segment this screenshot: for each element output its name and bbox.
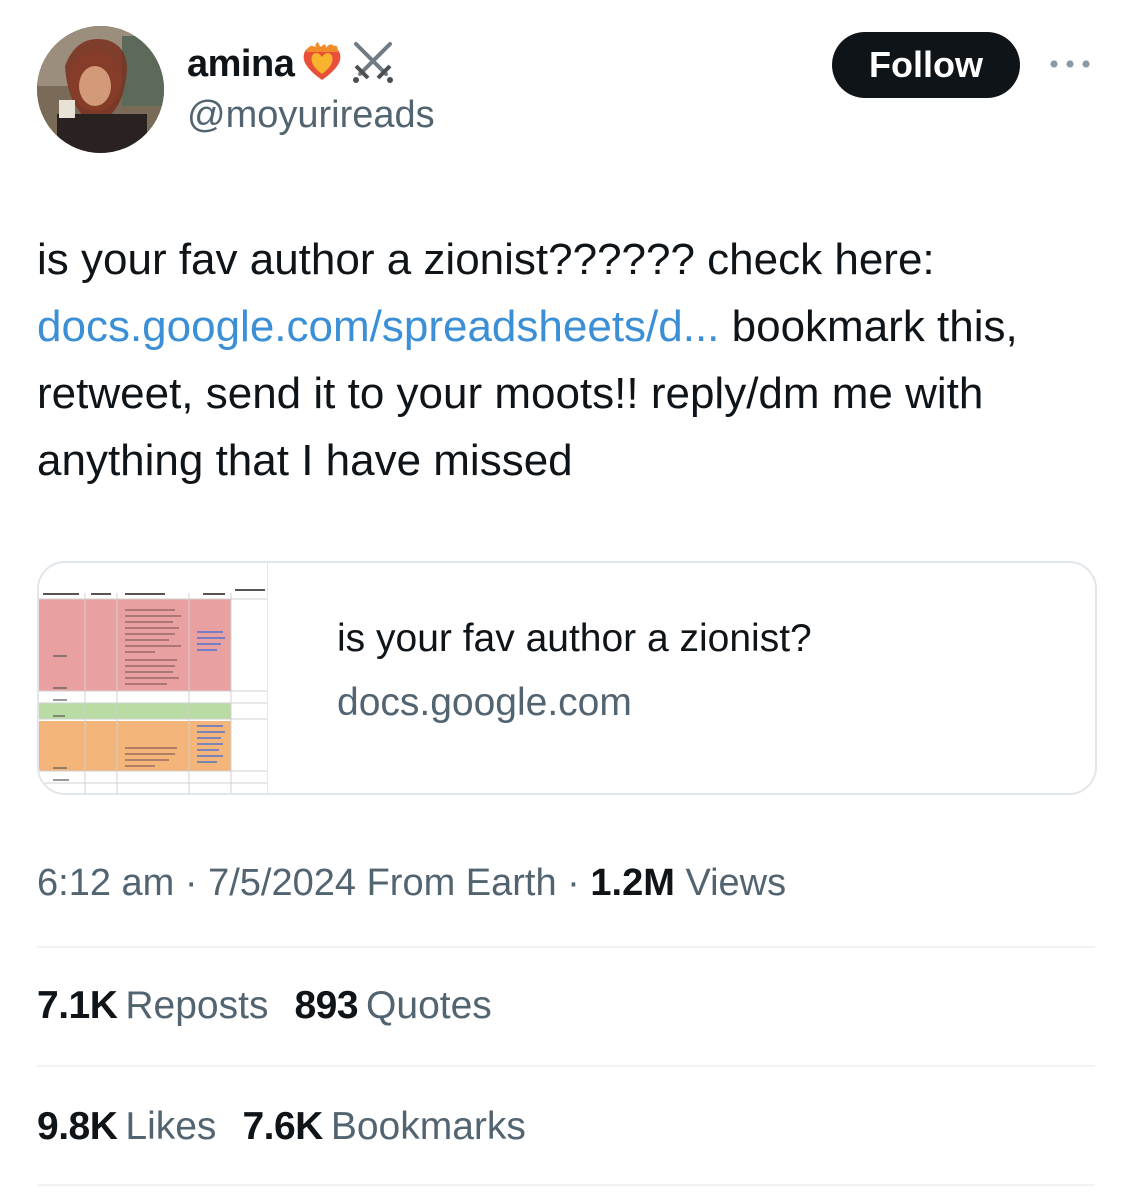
tweet-source: From Earth [356,862,557,904]
link-preview-card[interactable]: is your fav author a zionist? docs.googl… [37,561,1097,795]
spreadsheet-link[interactable]: docs.google.com/spreadsheets/d... [37,302,719,351]
meta-separator: · [174,862,209,904]
engagement-row-1: 7.1K Reposts 893 Quotes [37,984,492,1028]
reposts-stat[interactable]: 7.1K Reposts [37,984,268,1028]
crossed-swords-icon [350,40,396,89]
display-name[interactable]: amina [187,43,295,86]
bookmarks-count: 7.6K [242,1105,323,1148]
meta-separator: · [556,862,591,904]
divider [37,1065,1095,1067]
likes-label: Likes [125,1105,217,1148]
quotes-label: Quotes [366,984,492,1027]
tweet-meta: 6:12 am · 7/5/2024 From Earth · 1.2M Vie… [37,862,786,905]
quotes-count: 893 [294,984,359,1027]
divider [37,1184,1095,1186]
divider [37,946,1095,948]
card-domain: docs.google.com [337,681,632,724]
card-title: is your fav author a zionist? [337,617,812,660]
likes-stat[interactable]: 9.8K Likes [37,1105,216,1149]
tweet-time[interactable]: 6:12 am [37,862,174,904]
tweet-text: is your fav author a zionist?????? check… [37,226,1097,494]
reposts-count: 7.1K [37,984,118,1027]
bookmarks-label: Bookmarks [330,1105,526,1148]
tweet-text-part-1: is your fav author a zionist?????? check… [37,235,935,284]
more-options-icon[interactable] [1046,52,1094,76]
avatar[interactable] [37,26,164,153]
views-count: 1.2M [590,862,675,904]
tweet-date[interactable]: 7/5/2024 [208,862,356,904]
spreadsheet-thumbnail [39,563,268,793]
views-label: Views [674,862,787,904]
engagement-row-2: 9.8K Likes 7.6K Bookmarks [37,1105,526,1149]
likes-count: 9.8K [37,1105,118,1148]
avatar-photo [37,26,164,153]
user-handle[interactable]: @moyurireads [187,94,435,137]
burning-heart-icon [300,42,344,87]
bookmarks-stat[interactable]: 7.6K Bookmarks [242,1105,525,1149]
reposts-label: Reposts [125,984,269,1027]
quotes-stat[interactable]: 893 Quotes [294,984,491,1028]
follow-button[interactable]: Follow [832,32,1020,98]
